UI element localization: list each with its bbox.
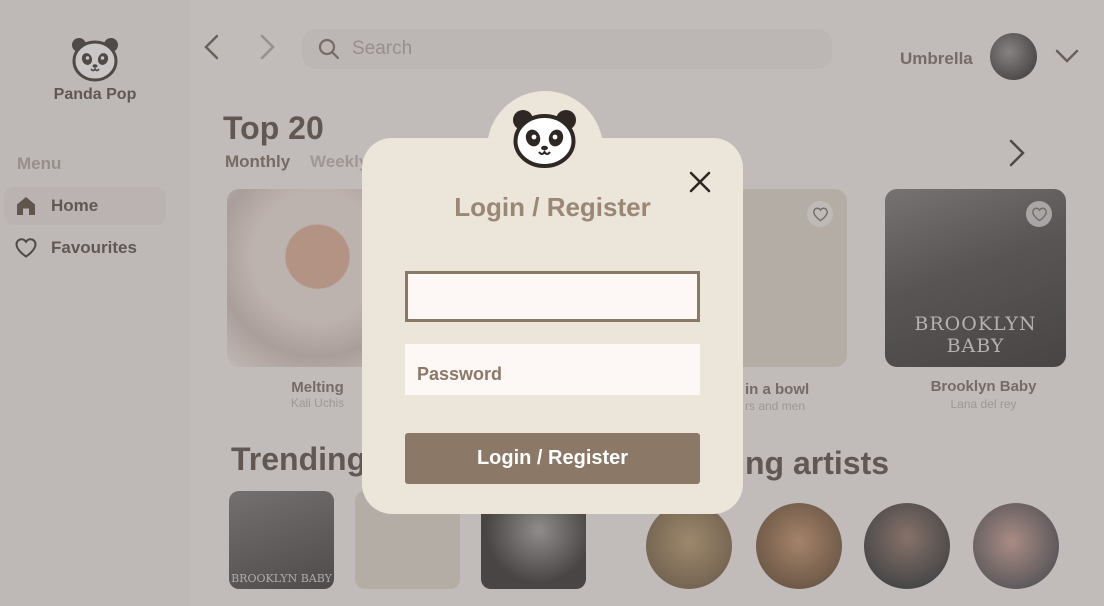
modal-title: Login / Register [454,192,651,222]
login-register-button[interactable]: Login / Register [405,433,700,484]
password-field[interactable] [405,344,700,395]
panda-logo-icon [513,110,576,168]
username-field[interactable] [405,271,700,322]
